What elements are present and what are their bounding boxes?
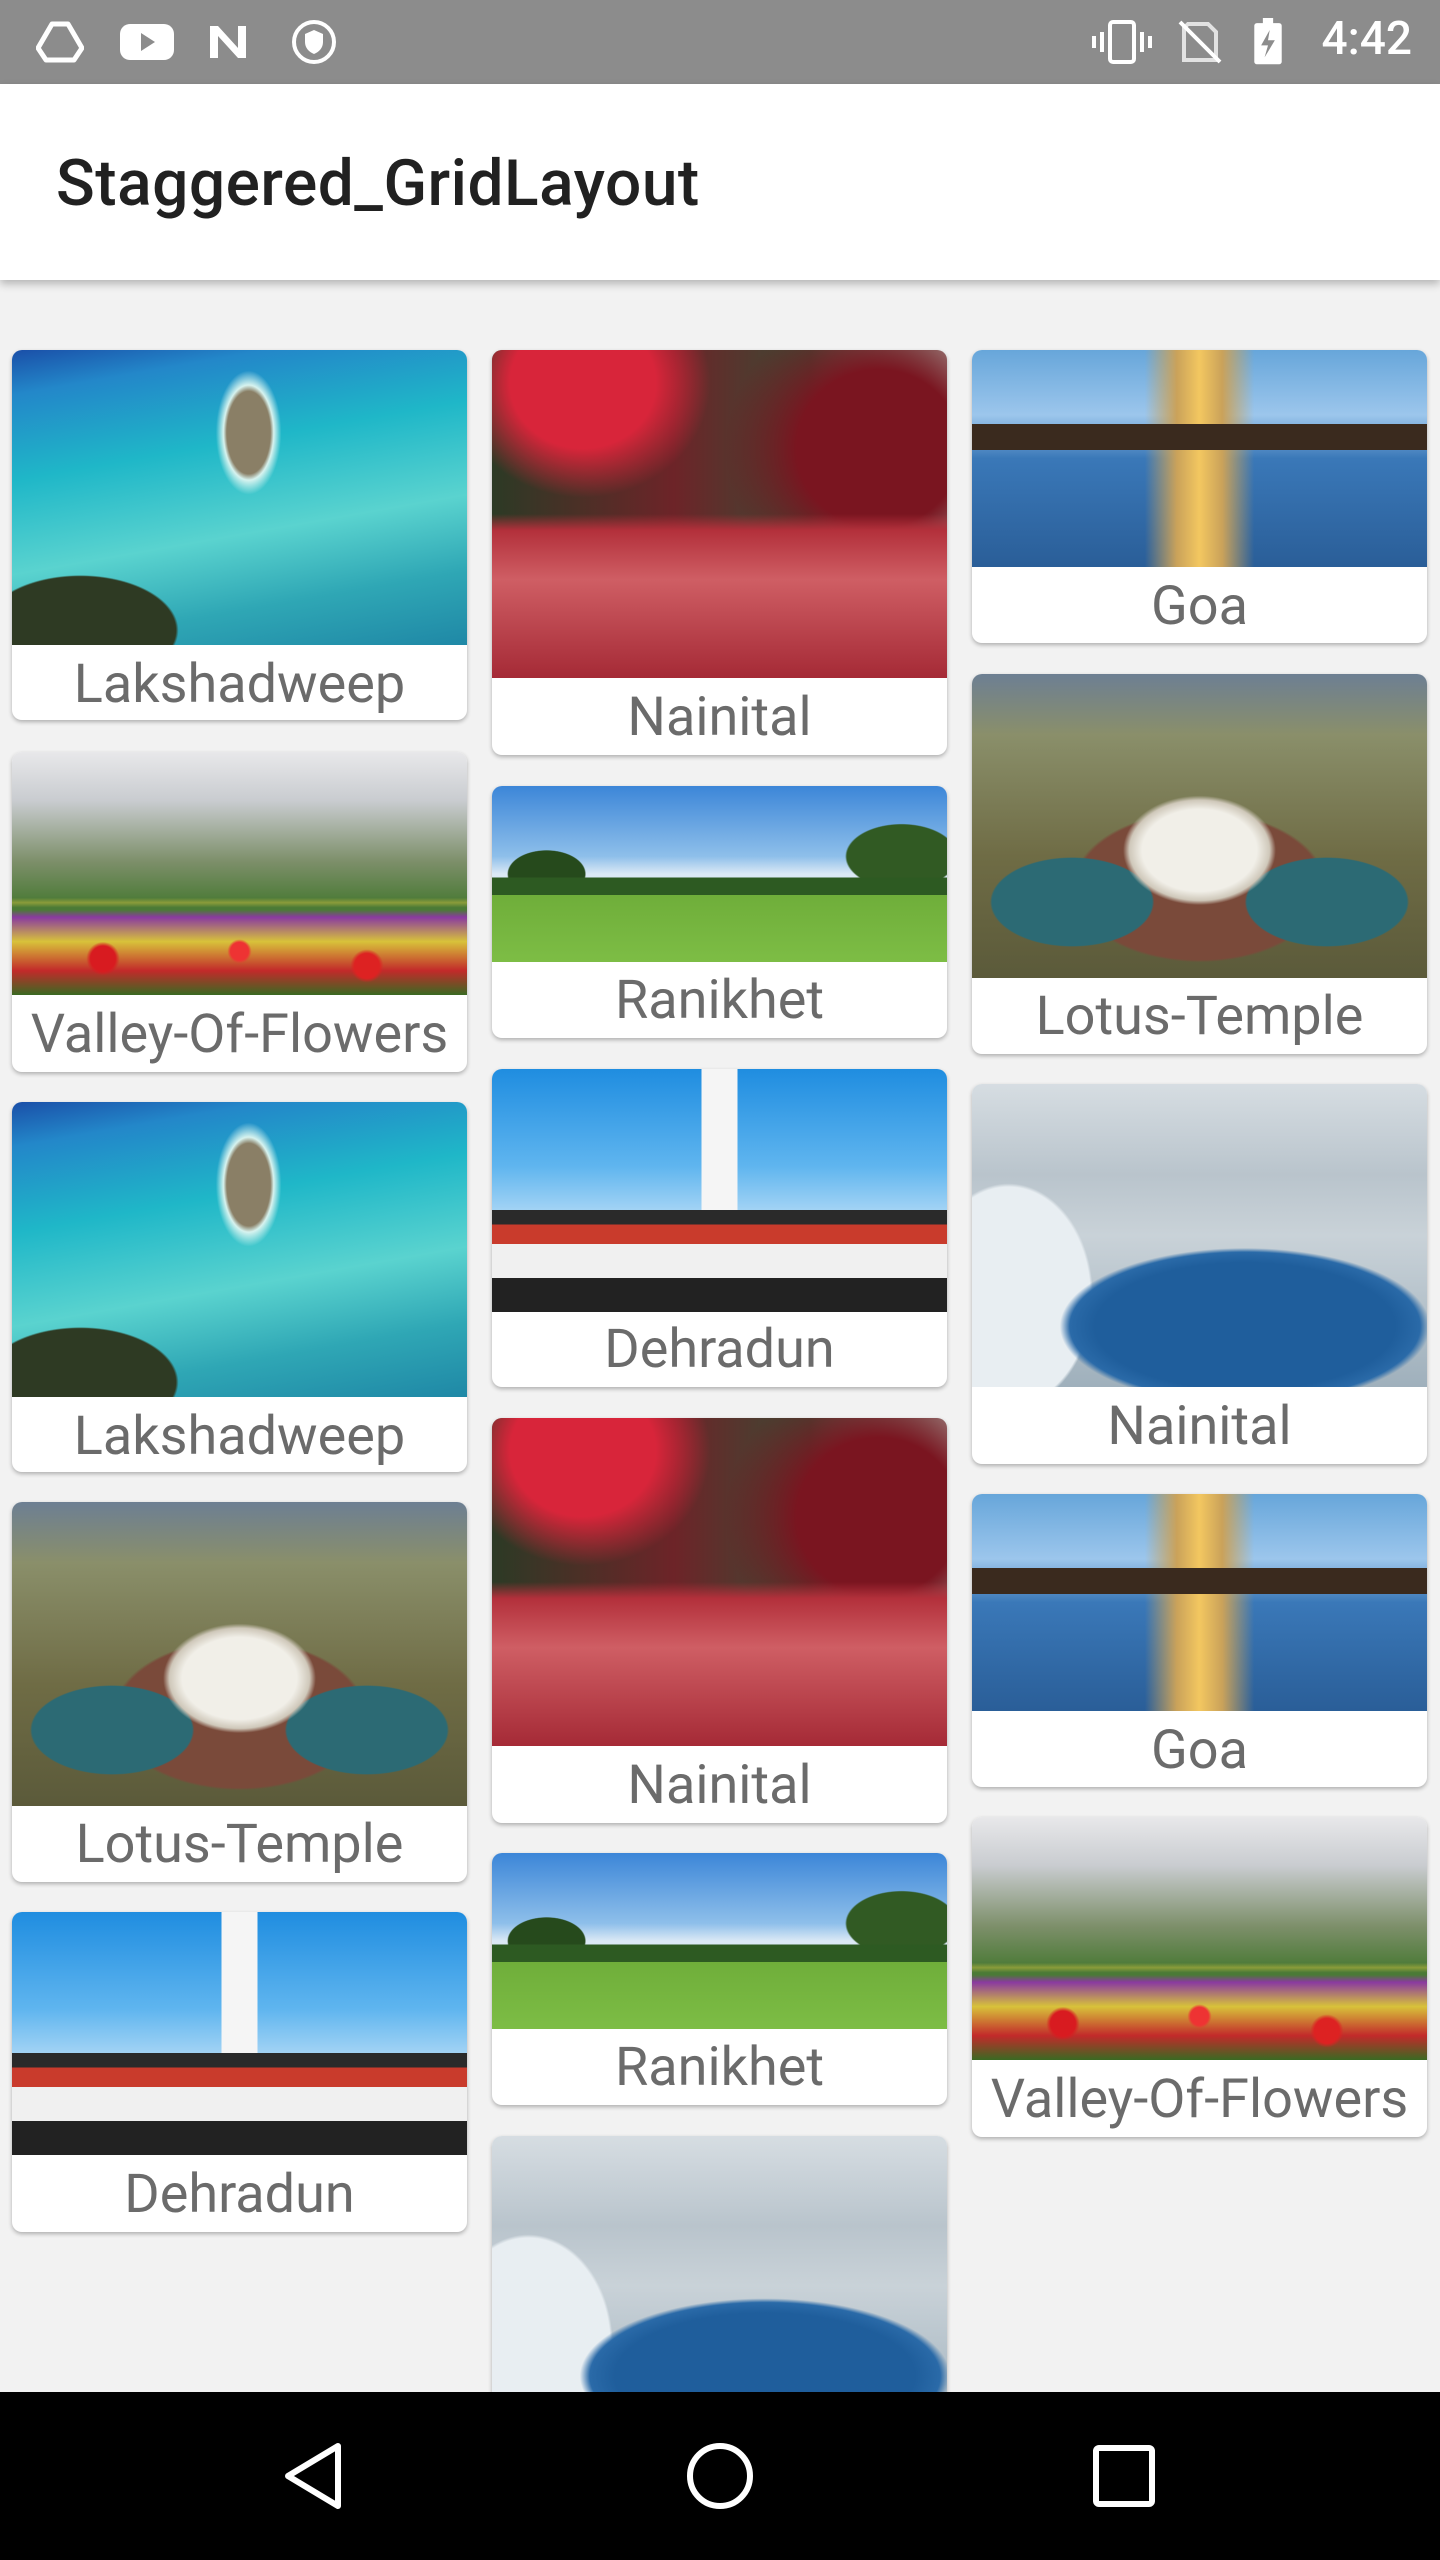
no-sim-icon [1178,20,1222,64]
grid-item-card[interactable]: Dehradun [12,1912,467,2232]
place-label: Lakshadweep [73,1405,406,1468]
place-label: Nainital [1107,1395,1292,1458]
place-label: Nainital [627,686,812,749]
status-bar: 4:42 [0,0,1440,84]
drive-icon [36,21,84,63]
lotus-temple-image [12,1502,467,1806]
grid-item-card[interactable]: Goa [972,350,1427,643]
place-label: Valley-Of-Flowers [30,1003,449,1066]
grid-item-card[interactable]: Dehradun [492,1069,947,1387]
recents-icon[interactable] [1084,2436,1164,2516]
nainital-image [492,350,947,678]
vibrate-icon [1092,20,1152,64]
goa-image [972,350,1427,567]
grid-item-card[interactable]: Nainital [492,1418,947,1823]
place-label: Ranikhet [614,969,824,1032]
battery-charging-icon [1254,18,1282,65]
grid-item-card[interactable]: Valley-Of-Flowers [12,752,467,1072]
grid-item-card[interactable]: Ranikhet [492,786,947,1038]
grid-item-card[interactable]: Nainital [972,1084,1427,1464]
clock: 4:42 [1321,12,1412,66]
dehradun-image [492,1069,947,1312]
grid-item-card[interactable]: Lotus-Temple [12,1502,467,1882]
grid-item-card[interactable]: Goa [972,1494,1427,1787]
lakshadweep-image [12,1102,467,1397]
youtube-icon [120,24,174,60]
place-label: Dehradun [604,1318,835,1381]
ranikhet-image [492,1853,947,2029]
grid-item-card[interactable] [492,2136,947,2392]
grid-item-card[interactable]: Valley-Of-Flowers [972,1817,1427,2137]
lotus-temple-image [972,674,1427,978]
valley-image [972,1817,1427,2060]
place-label: Valley-Of-Flowers [990,2068,1409,2131]
place-label: Lotus-Temple [75,1813,404,1876]
dehradun-image [12,1912,467,2155]
nainital-image [492,2136,947,2392]
page-title: Staggered_GridLayout [56,146,700,221]
home-icon[interactable] [680,2436,760,2516]
place-label: Nainital [627,1754,812,1817]
valley-image [12,752,467,995]
staggered-grid[interactable]: Lakshadweep Valley-Of-Flowers Lakshadwee… [0,280,1440,2392]
navigation-bar [0,2392,1440,2560]
place-label: Ranikhet [614,2036,824,2099]
grid-item-card[interactable]: Lakshadweep [12,1102,467,1472]
ranikhet-image [492,786,947,962]
app-bar: Staggered_GridLayout [0,84,1440,280]
grid-item-card[interactable]: Nainital [492,350,947,755]
place-label: Dehradun [124,2163,355,2226]
n-app-icon [210,26,246,58]
shield-icon [292,20,336,64]
back-icon[interactable] [276,2436,356,2516]
nainital-image [492,1418,947,1746]
grid-item-card[interactable]: Lotus-Temple [972,674,1427,1054]
place-label: Lotus-Temple [1035,985,1364,1048]
grid-item-card[interactable]: Ranikhet [492,1853,947,2105]
goa-image [972,1494,1427,1711]
place-label: Goa [1151,575,1248,638]
place-label: Lakshadweep [73,653,406,716]
place-label: Goa [1151,1719,1248,1782]
nainital-image [972,1084,1427,1387]
lakshadweep-image [12,350,467,645]
grid-item-card[interactable]: Lakshadweep [12,350,467,720]
